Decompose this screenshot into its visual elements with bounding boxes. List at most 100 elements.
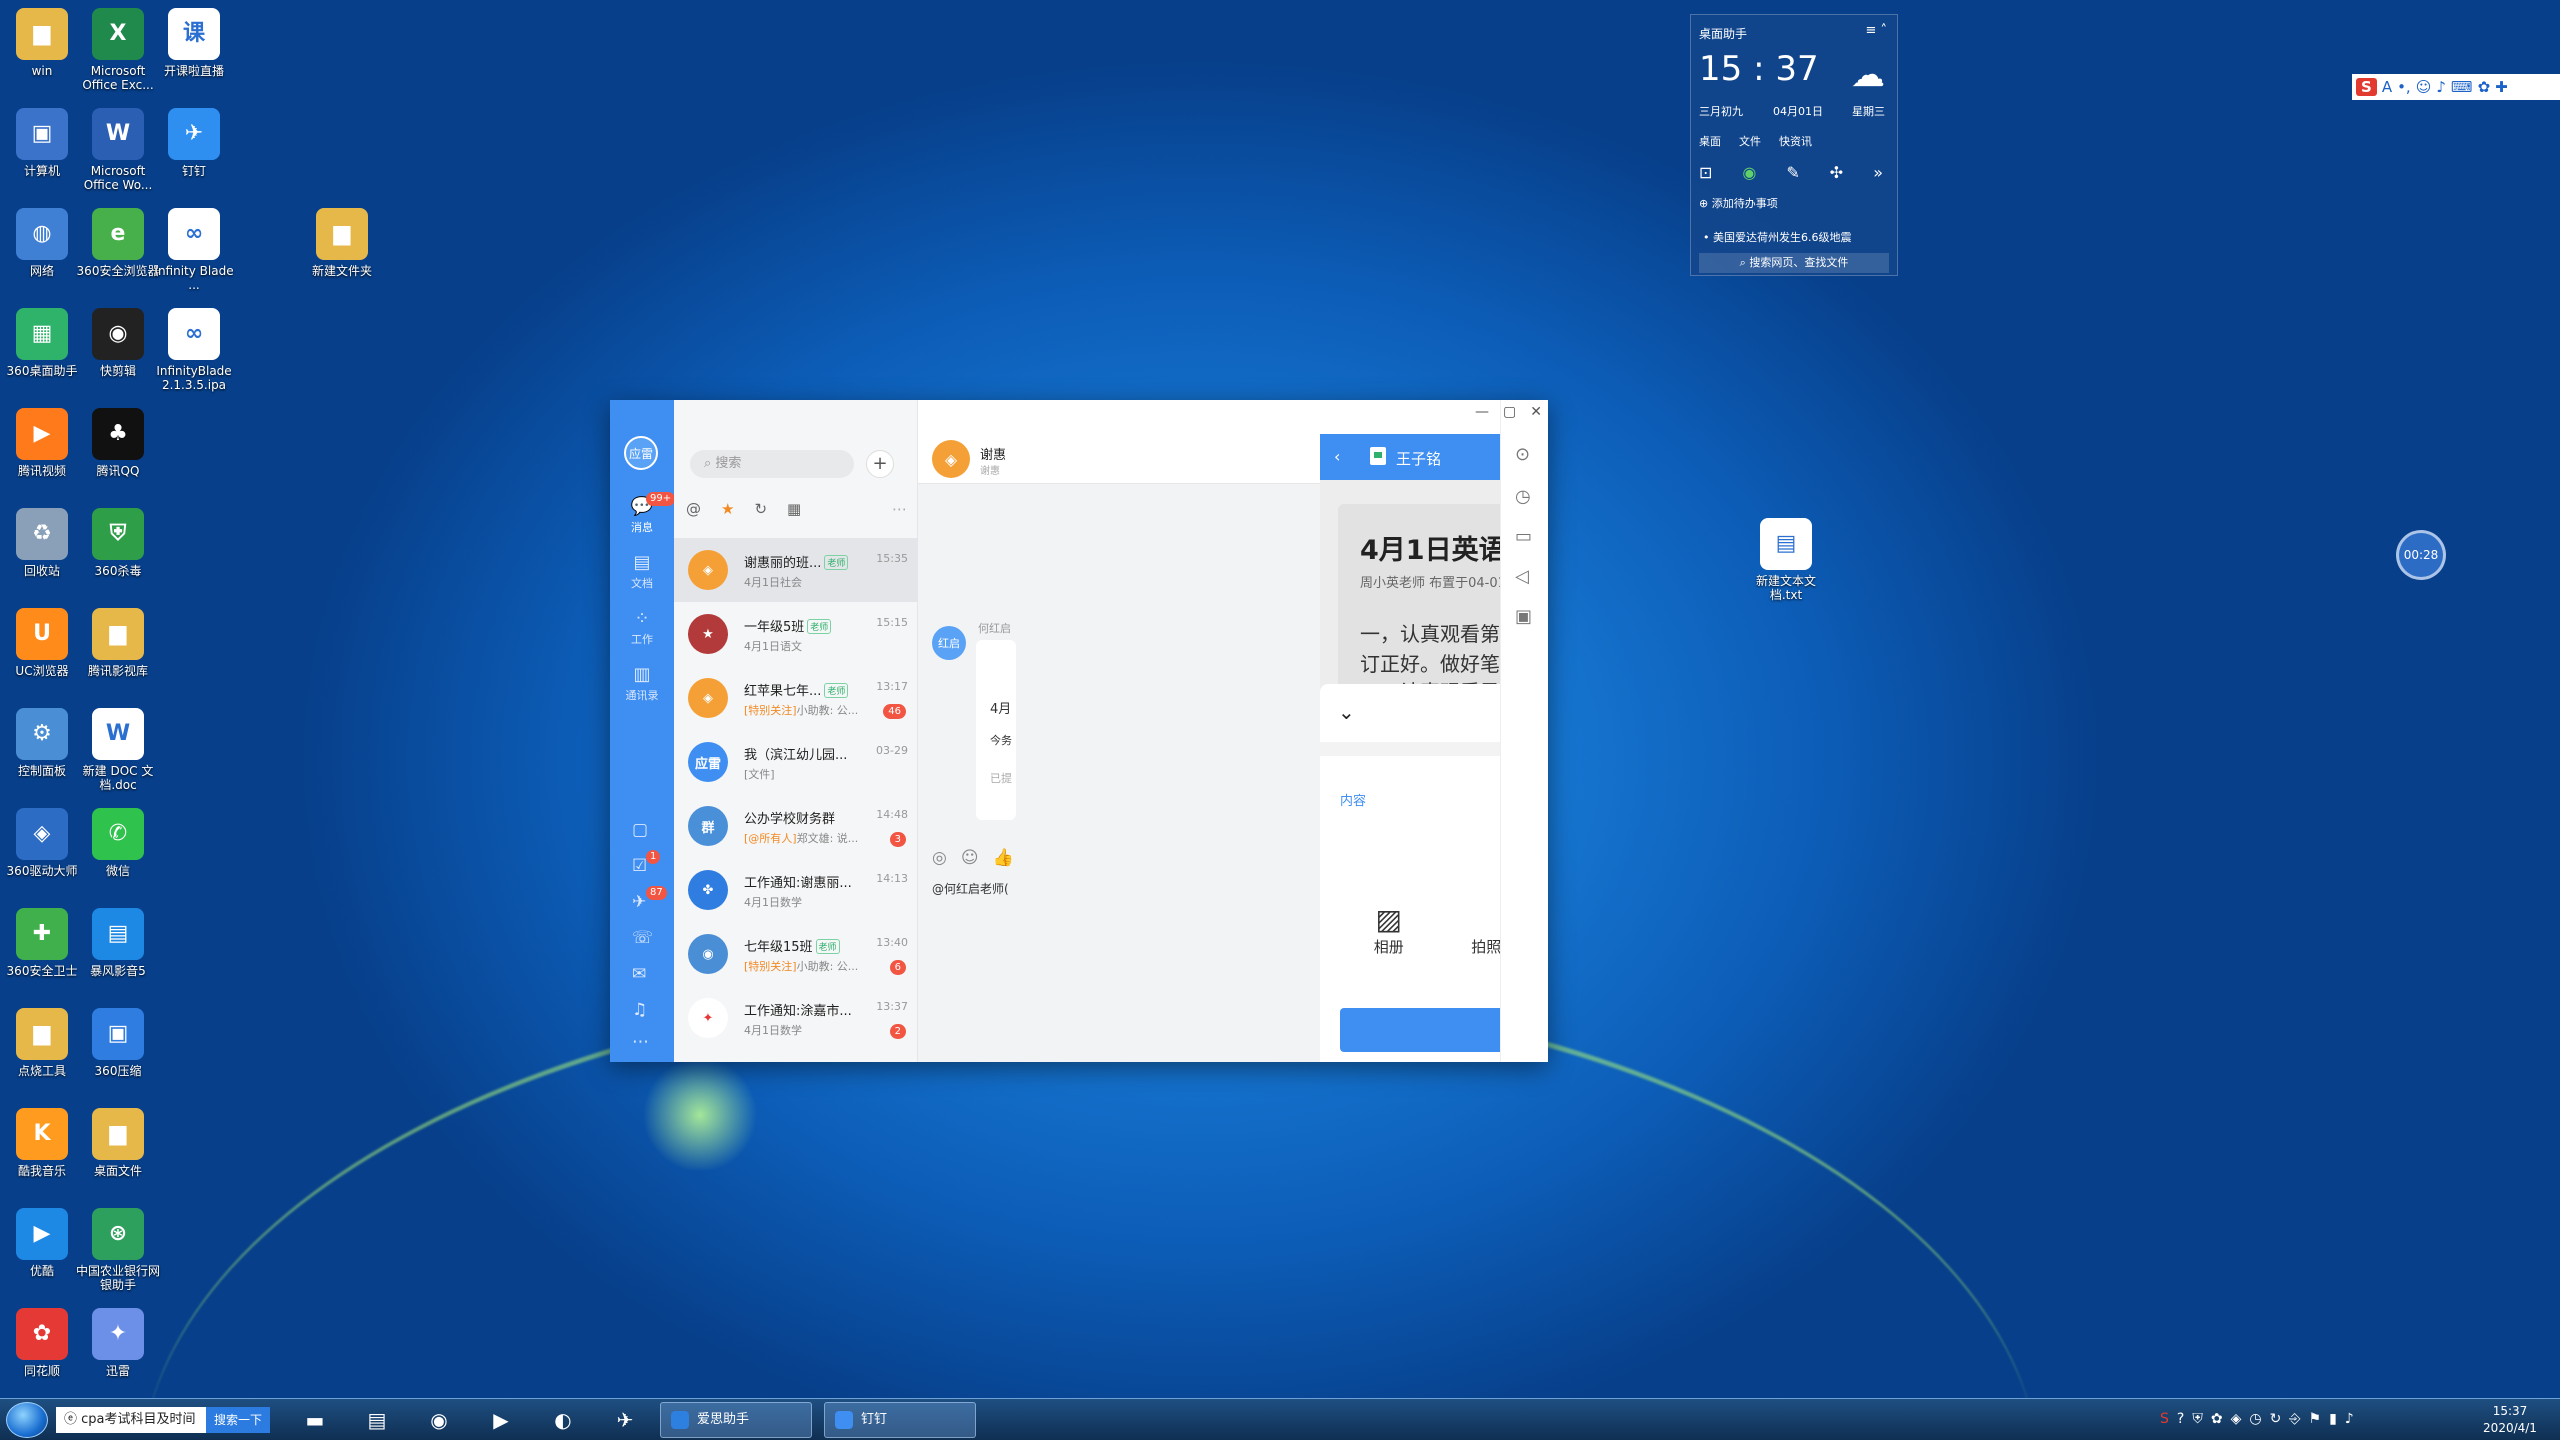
calendar-icon[interactable]: ▢ [632,820,648,840]
desktop-icon[interactable]: ▆ win [0,8,84,78]
at-icon[interactable]: @ [686,500,701,518]
terminal-icon[interactable]: ▬ [288,1404,342,1436]
megaphone-icon[interactable]: ◁ [1515,566,1529,587]
robot-icon[interactable]: ▣ [1515,606,1532,627]
desktop-icon[interactable]: ◉ 快剪辑 [76,308,160,378]
flag-icon[interactable]: ⚑ [2309,1411,2322,1427]
desktop-icon[interactable]: ▤ 新建文本文档.txt [1744,518,1828,602]
network-icon[interactable]: ▮ [2329,1411,2337,1427]
search-input[interactable]: ⌕ 搜索 [690,450,854,478]
history-icon[interactable]: ↻ [754,500,767,518]
conversation-item[interactable]: 应雷 我（滨江幼儿园... 03-29 [文件] [674,730,918,794]
emoji-icon[interactable]: ☺ [961,848,979,868]
desktop-icon[interactable]: U UC浏览器 [0,608,84,678]
conversation-item[interactable]: ◈ 红苹果七年... 老师 13:17 [特别关注]小助教: 公... 46 [674,666,918,730]
skin-icon[interactable]: ✿ [2478,78,2491,96]
desktop-icon[interactable]: ▣ 计算机 [0,108,84,178]
mail-icon[interactable]: ✉ [632,964,646,984]
desktop-icon[interactable]: ▶ 优酷 [0,1208,84,1278]
widget-tab-files[interactable]: 文件 [1739,133,1761,149]
close-icon[interactable]: ✕ [1530,404,1542,420]
desktop-icon[interactable]: ✿ 同花顺 [0,1308,84,1378]
album-button[interactable]: ▨ 相册 [1374,904,1404,957]
desktop-icon[interactable]: ✚ 360安全卫士 [0,908,84,978]
desktop-icon[interactable]: ▆ 点烧工具 [0,1008,84,1078]
desktop-icon[interactable]: W Microsoft Office Wo... [76,108,160,192]
video-icon[interactable]: ▶ [474,1404,528,1436]
desktop-icon[interactable]: W 新建 DOC 文档.doc [76,708,160,792]
update-icon[interactable]: ↻ [2270,1411,2282,1427]
minimize-icon[interactable]: — [1475,404,1489,420]
desktop-icon[interactable]: ∞ InfinityBlade 2.1.3.5.ipa [152,308,236,392]
more-icon[interactable]: ⋯ [632,1032,649,1052]
desktop-icon[interactable]: X Microsoft Office Exc... [76,8,160,92]
desktop-icon[interactable]: ♻ 回收站 [0,508,84,578]
nav-docs[interactable]: ▤ 文档 [610,552,674,591]
float-timer-bubble[interactable]: 00:28 [2396,530,2446,580]
phone-icon[interactable]: ☏ [632,928,653,948]
chat-input-mention[interactable]: @何红启老师( [932,880,1009,897]
taskbar-task-dingtalk[interactable]: 钉钉 [824,1402,976,1438]
thunder-icon[interactable]: ✈ [598,1404,652,1436]
desktop-icon[interactable]: ▆ 腾讯影视库 [76,608,160,678]
star-icon[interactable]: ★ [721,500,734,518]
archive-icon[interactable]: ▦ [787,500,801,518]
back-icon[interactable]: ‹ [1334,447,1340,466]
shield-icon[interactable]: ◈ [2231,1411,2242,1427]
widget-tab-news[interactable]: 快资讯 [1779,133,1812,149]
widget-todo[interactable]: ⊕ 添加待办事项 [1699,195,1778,211]
desktop-icon[interactable]: ⚙ 控制面板 [0,708,84,778]
maximize-icon[interactable]: ▢ [1503,404,1516,420]
tools-icon[interactable]: ✚ [2495,78,2508,96]
emoji-icon[interactable]: ☺ [2416,78,2432,96]
taskbar-clock[interactable]: 15:37 2020/4/1 [2470,1403,2550,1437]
explorer-icon[interactable]: ▤ [350,1404,404,1436]
nav-contacts[interactable]: ▥ 通讯录 [610,664,674,703]
desktop-icon[interactable]: ▆ 新建文件夹 [300,208,384,278]
widget-tab-desktop[interactable]: 桌面 [1699,133,1721,149]
keyboard-icon[interactable]: ⌨ [2451,78,2473,96]
desktop-icon[interactable]: ▶ 腾讯视频 [0,408,84,478]
more-icon[interactable]: ⋯ [892,500,907,518]
clock-icon[interactable]: ◷ [2249,1411,2261,1427]
security-icon[interactable]: ⛨ [2192,1411,2203,1427]
sogou-icon[interactable]: S [2160,1411,2169,1427]
help-icon[interactable]: ? [2177,1411,2184,1427]
desktop-icon[interactable]: ✦ 迅雷 [76,1308,160,1378]
add-button[interactable]: + [866,450,894,478]
conversation-item[interactable]: ◉ 七年级15班 老师 13:40 [特别关注]小助教: 公... 6 [674,922,918,986]
conversation-item[interactable]: ★ 一年级5班 老师 15:15 4月1日语文 [674,602,918,666]
ime-mode[interactable]: A [2382,78,2392,96]
todo-icon[interactable]: ☑ [632,856,647,876]
punct-icon[interactable]: •, [2397,78,2411,96]
desktop-icon[interactable]: ◈ 360驱动大师 [0,808,84,878]
desktop-icon[interactable]: ♣ 腾讯QQ [76,408,160,478]
plugin-icon[interactable]: ✣ [1830,163,1843,182]
ding-icon[interactable]: ✈ [632,892,646,912]
ime-toolbar[interactable]: S A •, ☺ ♪ ⌨ ✿ ✚ [2352,74,2560,100]
eye-icon[interactable]: ◉ [1742,163,1756,182]
taskbar-search-button[interactable]: 搜索一下 [206,1407,270,1433]
taskbar-search-input[interactable]: ⓔ cpa考试科目及时间 [56,1407,206,1433]
mic-icon[interactable]: ♪ [2436,78,2446,96]
widget-news[interactable]: • 美国爱达荷州发生6.6级地震 [1703,229,1852,245]
volume-icon[interactable]: ♪ [2345,1411,2354,1427]
conversation-item[interactable]: ✤ 工作通知:谢惠丽... 14:13 4月1日数学 [674,858,918,922]
nav-work[interactable]: ⁘ 工作 [610,608,674,647]
conversation-item[interactable]: ◈ 谢惠丽的班... 老师 15:35 4月1日社会 [674,538,918,602]
avatar[interactable]: 应雷 [624,436,658,470]
gif-icon[interactable]: ◎ [932,848,947,868]
widget-search[interactable]: ⌕ 搜索网页、查找文件 [1699,253,1889,273]
more-circle-icon[interactable]: ⊙ [1515,444,1530,465]
widget-menu-icon[interactable]: ≡ ˄ [1865,23,1887,38]
conversation-item[interactable]: ✦ 工作通知:涂嘉市... 13:37 4月1日数学 2 [674,986,918,1050]
desktop-icon[interactable]: 课开课啦直播 [152,8,236,78]
conversation-item[interactable]: 群 公办学校财务群 14:48 [@所有人]郑文雄: 说... 3 [674,794,918,858]
edit-icon[interactable]: ✎ [1786,163,1799,182]
desktop-icon[interactable]: e 360安全浏览器 [76,208,160,278]
folder-icon[interactable]: ▭ [1515,526,1532,547]
desktop-icon[interactable]: ✆ 微信 [76,808,160,878]
bell-icon[interactable]: ♫ [632,1000,647,1020]
desktop-icon[interactable]: ▤ 暴风影音5 [76,908,160,978]
video-edit-icon[interactable]: ◉ [412,1404,466,1436]
